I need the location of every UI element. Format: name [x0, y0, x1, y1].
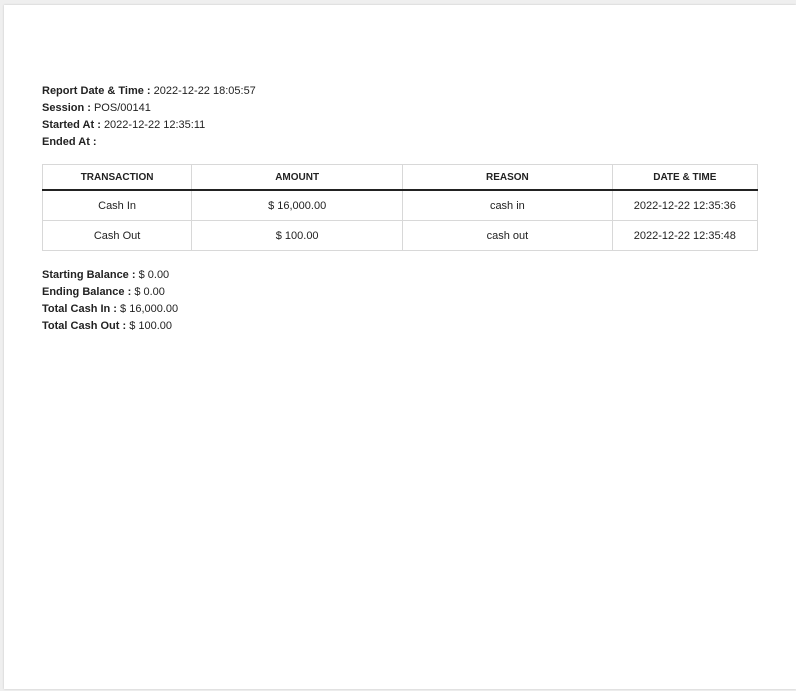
starting-balance-value: $ 0.00: [138, 269, 170, 281]
separator: :: [124, 286, 135, 298]
separator: :: [94, 119, 104, 131]
session-label: Session: [42, 102, 85, 114]
started-at-label: Started At: [42, 119, 95, 131]
cell-datetime: 2022-12-22 12:35:48: [611, 220, 759, 251]
table-header-row: TRANSACTION AMOUNT REASON DATE & TIME: [41, 164, 759, 191]
session-row: Session : POS/00141: [42, 100, 256, 117]
cell-amount: $ 16,000.00: [191, 189, 404, 221]
cell-transaction: Cash In: [41, 189, 193, 221]
report-datetime-row: Report Date & Time : 2022-12-22 18:05:57: [42, 83, 256, 100]
starting-balance-label: Starting Balance: [42, 269, 129, 281]
ending-balance-label: Ending Balance: [42, 286, 125, 298]
starting-balance-row: Starting Balance : $ 0.00: [42, 267, 178, 284]
total-cash-out-row: Total Cash Out : $ 100.00: [42, 318, 178, 335]
separator: :: [89, 136, 97, 148]
total-cash-out-value: $ 100.00: [129, 320, 173, 332]
started-at-value: 2022-12-22 12:35:11: [103, 119, 206, 131]
table-row: Cash Out $ 100.00 cash out 2022-12-22 12…: [41, 220, 759, 251]
separator: :: [128, 269, 139, 281]
report-header-info: Report Date & Time : 2022-12-22 18:05:57…: [42, 83, 256, 151]
table-row: Cash In $ 16,000.00 cash in 2022-12-22 1…: [41, 189, 759, 221]
ending-balance-row: Ending Balance : $ 0.00: [42, 284, 178, 301]
total-cash-out-label: Total Cash Out: [42, 320, 120, 332]
column-header-amount: AMOUNT: [191, 164, 404, 191]
total-cash-in-row: Total Cash In : $ 16,000.00: [42, 301, 178, 318]
total-cash-in-value: $ 16,000.00: [120, 303, 179, 315]
column-header-datetime: DATE & TIME: [611, 164, 759, 191]
session-value: POS/00141: [93, 102, 151, 114]
cash-moves-table: TRANSACTION AMOUNT REASON DATE & TIME Ca…: [41, 164, 759, 251]
column-header-transaction: TRANSACTION: [41, 164, 193, 191]
column-header-reason: REASON: [402, 164, 613, 191]
separator: :: [119, 320, 130, 332]
started-at-row: Started At : 2022-12-22 12:35:11: [42, 117, 256, 134]
report-datetime-value: 2022-12-22 18:05:57: [153, 85, 256, 97]
report-datetime-label: Report Date & Time: [42, 85, 144, 97]
ended-at-row: Ended At :: [42, 134, 256, 151]
cell-datetime: 2022-12-22 12:35:36: [611, 189, 759, 221]
ending-balance-value: $ 0.00: [134, 286, 165, 298]
ended-at-label: Ended At: [42, 136, 90, 148]
cell-reason: cash out: [402, 220, 613, 251]
balance-summary: Starting Balance : $ 0.00 Ending Balance…: [42, 267, 178, 335]
separator: :: [110, 303, 121, 315]
cell-reason: cash in: [402, 189, 613, 221]
total-cash-in-label: Total Cash In: [42, 303, 111, 315]
cell-amount: $ 100.00: [191, 220, 404, 251]
separator: :: [143, 85, 154, 97]
report-page: Report Date & Time : 2022-12-22 18:05:57…: [4, 5, 796, 689]
separator: :: [84, 102, 94, 114]
cell-transaction: Cash Out: [41, 220, 193, 251]
